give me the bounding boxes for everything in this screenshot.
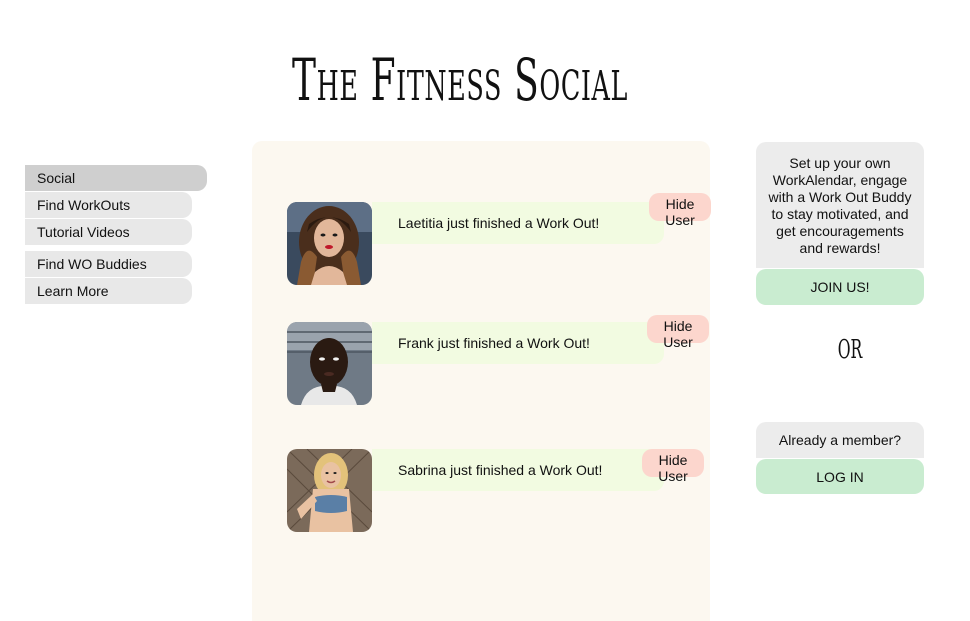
hide-user-button[interactable]: Hide User	[649, 193, 711, 228]
activity-feed: Laetitia just finished a Work Out! Hide …	[252, 141, 711, 621]
user-avatar-photo	[287, 449, 372, 532]
hide-user-button[interactable]: Hide User	[642, 449, 704, 484]
avatar-frank-image	[287, 322, 372, 405]
main-nav: Social Find WorkOuts Tutorial Videos Fin…	[25, 165, 210, 305]
already-member-label: Already a member?	[756, 422, 924, 458]
nav-item-find-workouts[interactable]: Find WorkOuts	[25, 192, 192, 218]
feed-item: Laetitia just finished a Work Out! Hide …	[287, 193, 711, 287]
feed-message: Laetitia just finished a Work Out!	[372, 202, 664, 244]
user-avatar-photo	[287, 322, 372, 405]
feed-message-text: Laetitia just finished a Work Out!	[398, 215, 600, 231]
nav-item-social[interactable]: Social	[25, 165, 207, 191]
hide-user-button[interactable]: Hide User	[647, 315, 709, 350]
or-divider: OR	[837, 335, 863, 365]
nav-item-tutorial-videos[interactable]: Tutorial Videos	[25, 219, 192, 245]
avatar-laetitia-image	[287, 202, 372, 285]
feed-message-text: Sabrina just finished a Work Out!	[398, 462, 603, 478]
nav-item-learn-more[interactable]: Learn More	[25, 278, 192, 304]
feed-message-text: Frank just finished a Work Out!	[398, 335, 590, 351]
feed-message: Sabrina just finished a Work Out!	[372, 449, 664, 491]
feed-item: Sabrina just finished a Work Out! Hide U…	[287, 449, 711, 534]
feed-item: Frank just finished a Work Out! Hide Use…	[287, 315, 711, 407]
join-us-button[interactable]: JOIN US!	[756, 269, 924, 305]
site-title: The Fitness Social	[291, 46, 629, 114]
feed-message: Frank just finished a Work Out!	[372, 322, 664, 364]
promo-text: Set up your own WorkAlendar, engage with…	[756, 142, 924, 268]
user-avatar-photo	[287, 202, 372, 285]
avatar-sabrina-image	[287, 449, 372, 532]
log-in-button[interactable]: LOG IN	[756, 459, 924, 494]
nav-item-find-wo-buddies[interactable]: Find WO Buddies	[25, 251, 192, 277]
